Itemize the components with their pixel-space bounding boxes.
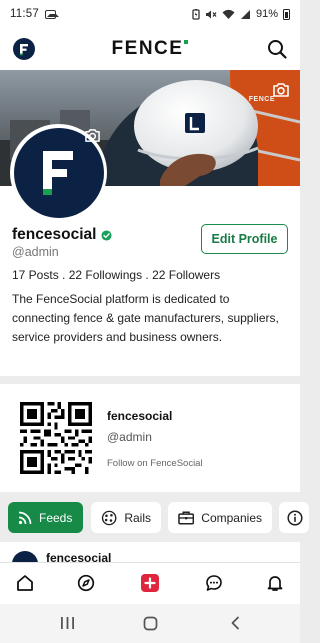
status-time: 11:57 bbox=[10, 8, 39, 20]
brand-text: FENCE bbox=[111, 38, 184, 59]
rails-icon bbox=[101, 510, 117, 525]
compass-icon bbox=[77, 574, 95, 592]
fence-logo-icon bbox=[20, 43, 28, 55]
chat-icon bbox=[206, 575, 222, 591]
qr-follow-text: Follow on FenceSocial bbox=[107, 458, 203, 469]
status-bar: 11:57 91% bbox=[0, 0, 300, 28]
mute-icon bbox=[205, 10, 217, 18]
profile-name-row: fencesocial bbox=[12, 226, 112, 244]
nav-add-post[interactable] bbox=[139, 572, 161, 594]
tab-companies[interactable]: Companies bbox=[168, 502, 272, 533]
nav-explore[interactable] bbox=[75, 572, 97, 594]
home-icon bbox=[17, 575, 33, 591]
tab-companies-label: Companies bbox=[201, 510, 262, 525]
profile-handle: @admin bbox=[12, 245, 59, 259]
profile-tabs: Feeds Rails Companies bbox=[0, 498, 309, 538]
back-icon[interactable] bbox=[229, 616, 241, 630]
rss-icon bbox=[18, 511, 32, 524]
fence-logo-icon bbox=[42, 150, 73, 195]
recent-apps-icon[interactable] bbox=[60, 616, 75, 630]
profile-name: fencesocial bbox=[12, 226, 97, 243]
nav-home[interactable] bbox=[14, 572, 36, 594]
system-nav-bar bbox=[0, 604, 300, 643]
image-icon bbox=[44, 9, 59, 19]
tab-rails[interactable]: Rails bbox=[91, 502, 161, 533]
qr-name: fencesocial bbox=[107, 409, 173, 423]
tab-about[interactable] bbox=[279, 502, 309, 533]
tab-feeds[interactable]: Feeds bbox=[8, 502, 83, 533]
tab-feeds-label: Feeds bbox=[39, 510, 73, 525]
qr-handle: @admin bbox=[107, 430, 152, 444]
feed-avatar bbox=[12, 551, 38, 562]
tab-rails-label: Rails bbox=[124, 510, 151, 525]
battery-icon bbox=[283, 8, 290, 20]
edit-profile-button[interactable]: Edit Profile bbox=[201, 224, 288, 254]
bell-icon bbox=[267, 576, 283, 591]
brand-dot bbox=[184, 40, 189, 44]
info-icon bbox=[287, 509, 303, 526]
wifi-icon bbox=[222, 9, 235, 19]
search-icon[interactable] bbox=[266, 38, 288, 60]
nav-messages[interactable] bbox=[203, 572, 225, 594]
signal-icon bbox=[240, 9, 250, 19]
header-avatar[interactable] bbox=[13, 38, 35, 60]
briefcase-icon bbox=[178, 511, 195, 525]
feed-post-preview[interactable]: fencesocial bbox=[0, 542, 300, 562]
battery-text: 91% bbox=[255, 8, 278, 20]
battery-saver-icon bbox=[192, 8, 200, 20]
feed-author-name: fencesocial bbox=[46, 551, 112, 562]
brand-logo: FENCE bbox=[112, 38, 189, 60]
add-icon bbox=[141, 574, 159, 592]
app-header: FENCE bbox=[0, 28, 300, 70]
qr-card: fencesocial @admin Follow on FenceSocial bbox=[0, 384, 300, 492]
profile-bio: The FenceSocial platform is dedicated to… bbox=[12, 292, 279, 344]
nav-notifications[interactable] bbox=[264, 572, 286, 594]
qr-code[interactable] bbox=[20, 402, 92, 474]
profile-stats: 17 Posts . 22 Followings . 22 Followers bbox=[12, 268, 221, 282]
bottom-nav bbox=[0, 562, 300, 604]
camera-icon[interactable] bbox=[272, 82, 290, 98]
home-button-icon[interactable] bbox=[143, 616, 158, 631]
verified-check-icon bbox=[101, 229, 112, 241]
avatar-camera-icon[interactable] bbox=[84, 128, 101, 143]
